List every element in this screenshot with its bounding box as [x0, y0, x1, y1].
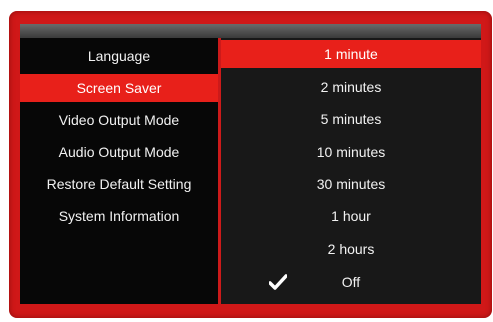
screen-saver-options: 1 minute 2 minutes 5 minutes 10 minutes …: [221, 38, 481, 304]
menu-item-audio-output-mode[interactable]: Audio Output Mode: [20, 138, 218, 166]
option-5-minutes[interactable]: 5 minutes: [221, 105, 481, 133]
option-label: 1 hour: [331, 208, 371, 224]
option-2-hours[interactable]: 2 hours: [221, 235, 481, 263]
option-2-minutes[interactable]: 2 minutes: [221, 73, 481, 101]
option-label: 2 hours: [327, 241, 375, 257]
settings-screen: Language Screen Saver Video Output Mode …: [20, 24, 481, 304]
option-1-minute[interactable]: 1 minute: [221, 40, 481, 68]
option-label: 5 minutes: [320, 111, 382, 127]
option-off[interactable]: Off: [221, 268, 481, 296]
top-bar: [20, 24, 481, 38]
settings-menu: Language Screen Saver Video Output Mode …: [20, 38, 218, 304]
menu-item-language[interactable]: Language: [20, 42, 218, 70]
menu-item-screen-saver[interactable]: Screen Saver: [20, 74, 218, 102]
menu-item-video-output-mode[interactable]: Video Output Mode: [20, 106, 218, 134]
checkmark-icon: [269, 274, 287, 290]
option-label: Off: [341, 274, 361, 290]
option-30-minutes[interactable]: 30 minutes: [221, 170, 481, 198]
option-label: 30 minutes: [316, 176, 386, 192]
option-label: 2 minutes: [320, 79, 382, 95]
menu-item-system-information[interactable]: System Information: [20, 202, 218, 230]
option-10-minutes[interactable]: 10 minutes: [221, 138, 481, 166]
option-label: 10 minutes: [316, 144, 386, 160]
option-label: 1 minute: [324, 46, 378, 62]
option-1-hour[interactable]: 1 hour: [221, 202, 481, 230]
menu-item-restore-default-setting[interactable]: Restore Default Setting: [20, 170, 218, 198]
